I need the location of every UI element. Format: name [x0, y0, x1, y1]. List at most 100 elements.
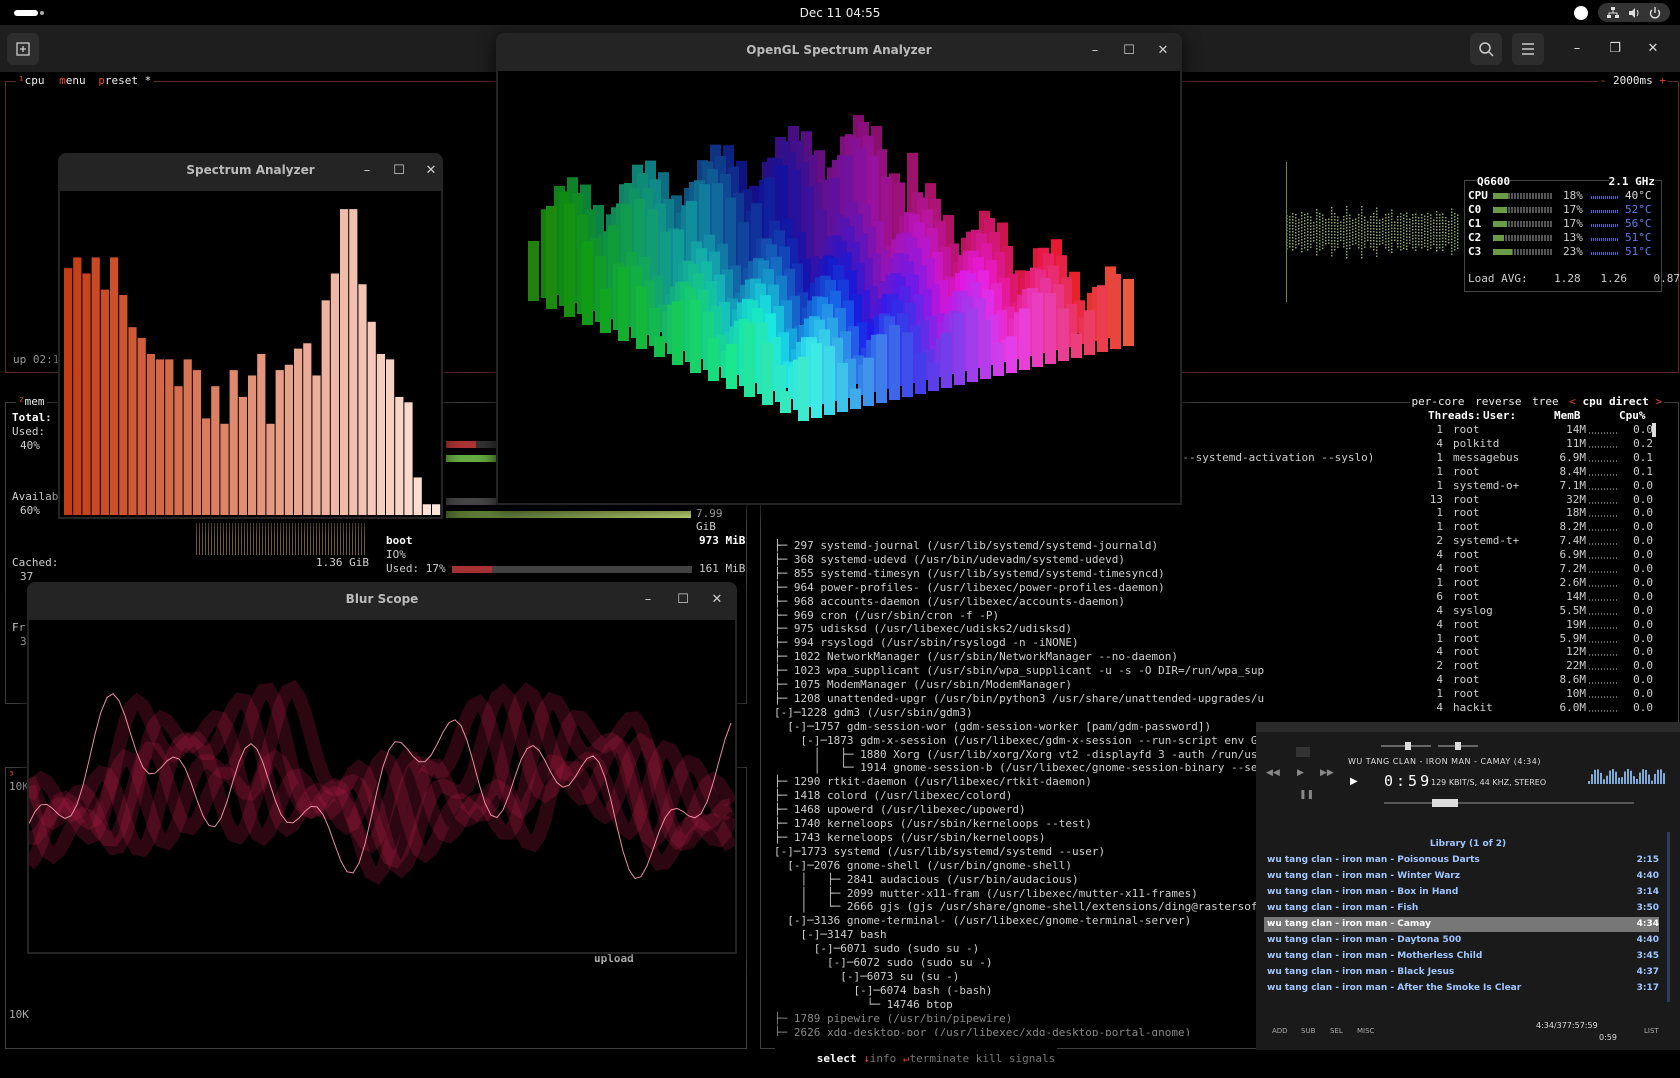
- process-row[interactable]: ├─ 1468 upowerd (/usr/libexec/upowerd): [774, 803, 1026, 817]
- sub-button[interactable]: SUB: [1301, 1027, 1315, 1035]
- footer-kill[interactable]: kill: [976, 1052, 1003, 1065]
- activities-button[interactable]: [14, 10, 38, 16]
- process-stats-row[interactable]: 1 systemd-o+ 7.1M 0.0: [1401, 479, 1671, 493]
- process-row[interactable]: ├─ 964 power-profiles- (/usr/libexec/pow…: [774, 581, 1165, 595]
- list-button[interactable]: LIST: [1644, 1027, 1659, 1035]
- maximize-button[interactable]: ☐: [673, 590, 693, 610]
- process-row[interactable]: ├─ 1022 NetworkManager (/usr/sbin/Networ…: [774, 650, 1178, 664]
- process-stats-row[interactable]: 2 root 22M 0.0: [1401, 659, 1671, 673]
- process-row[interactable]: │ ├─ 1880 Xorg (/usr/lib/xorg/Xorg vt2 -…: [774, 748, 1264, 762]
- sel-button[interactable]: SEL: [1330, 1027, 1343, 1035]
- process-row[interactable]: ├─ 968 accounts-daemon (/usr/libexec/acc…: [774, 595, 1125, 609]
- footer-select[interactable]: select: [817, 1052, 857, 1065]
- process-stats-row[interactable]: 4 polkitd 11M 0.2: [1401, 437, 1671, 451]
- process-row[interactable]: ├─ 2626 xdg-desktop-por (/usr/libexec/xd…: [774, 1026, 1191, 1037]
- misc-button[interactable]: MISC: [1357, 1027, 1374, 1035]
- process-row[interactable]: ├─ 975 udisksd (/usr/libexec/udisks2/udi…: [774, 622, 1072, 636]
- playlist-item[interactable]: wu tang clan - iron man - Black Jesus 4:3…: [1264, 965, 1659, 980]
- process-stats-row[interactable]: 4 root 12M 0.0: [1401, 645, 1671, 659]
- sort-column[interactable]: cpu direct: [1583, 395, 1649, 408]
- process-row[interactable]: [-]─1228 gdm3 (/usr/sbin/gdm3): [774, 706, 973, 720]
- pause-button[interactable]: ❚❚: [1299, 790, 1314, 800]
- player-titlebar[interactable]: [1256, 722, 1680, 732]
- playlist[interactable]: wu tang clan - iron man - Poisonous Dart…: [1256, 853, 1680, 1005]
- col-user[interactable]: User:: [1483, 409, 1516, 422]
- app-indicator-icon[interactable]: [1574, 5, 1588, 20]
- process-tree[interactable]: ├─ 297 systemd-journal (/usr/lib/systemd…: [774, 539, 1264, 1036]
- option-per-core[interactable]: per-core: [1412, 395, 1465, 408]
- playlist-item[interactable]: wu tang clan - iron man - Fish 3:50: [1264, 901, 1659, 916]
- process-stats-row[interactable]: 1 root 14M 0.0: [1401, 423, 1671, 437]
- process-row[interactable]: [-]─6072 sudo (sudo su -): [774, 956, 993, 970]
- playlist-item[interactable]: wu tang clan - iron man - After the Smok…: [1264, 981, 1659, 996]
- process-row[interactable]: [-]─2076 gnome-shell (/usr/bin/gnome-she…: [774, 859, 1072, 873]
- prev-button[interactable]: ◀◀: [1266, 768, 1280, 778]
- process-row[interactable]: │ ├─ 2099 mutter-x11-fram (/usr/libexec/…: [774, 887, 1197, 901]
- process-row[interactable]: └─ 14746 btop: [774, 998, 953, 1012]
- tab-preset[interactable]: reset *: [105, 74, 151, 87]
- process-stats-row[interactable]: 4 syslog 5.5M 0.0: [1401, 604, 1671, 618]
- tab-menu[interactable]: enu: [66, 74, 86, 87]
- process-row[interactable]: ├─ 1789 pipewire (/usr/bin/pipewire): [774, 1012, 1012, 1026]
- option-reverse[interactable]: reverse: [1475, 395, 1521, 408]
- minimize-button[interactable]: –: [1567, 39, 1587, 59]
- process-row[interactable]: ├─ 368 systemd-udevd (/usr/bin/udevadm/s…: [774, 553, 1125, 567]
- audacious-player[interactable]: ◀◀ ▶ ▶▶ ❚❚ WU TANG CLAN - IRON MAN - CAM…: [1256, 722, 1680, 1050]
- balance-slider[interactable]: [1438, 742, 1478, 750]
- playlist-item[interactable]: wu tang clan - iron man - Daytona 500 4:4…: [1264, 933, 1659, 948]
- process-row[interactable]: │ └─ 1914 gnome-session-b (/usr/libexec/…: [774, 761, 1264, 775]
- process-row[interactable]: │ ├─ 2841 audacious (/usr/bin/audacious): [774, 873, 1078, 887]
- process-row[interactable]: ├─ 297 systemd-journal (/usr/lib/systemd…: [774, 539, 1158, 553]
- volume-slider[interactable]: [1381, 742, 1431, 750]
- process-row[interactable]: [-]─1757 gdm-session-wor (gdm-session-wo…: [774, 720, 1211, 734]
- process-row[interactable]: [-]─3136 gnome-terminal- (/usr/libexec/g…: [774, 914, 1191, 928]
- seek-bar[interactable]: [1384, 799, 1634, 807]
- process-row[interactable]: ├─ 1740 kerneloops (/usr/sbin/kerneloops…: [774, 817, 1092, 831]
- col-threads[interactable]: Threads:: [1428, 409, 1481, 422]
- process-stats-row[interactable]: 4 root 6.9M 0.0: [1401, 548, 1671, 562]
- elapsed-time[interactable]: 0:59: [1384, 772, 1432, 790]
- process-stats-row[interactable]: 1 root 2.6M 0.0: [1401, 576, 1671, 590]
- process-row[interactable]: │ └─ 2666 gjs (gjs /usr/share/gnome-shel…: [774, 900, 1264, 914]
- footer-terminate[interactable]: terminate: [910, 1052, 970, 1065]
- system-menu[interactable]: [1598, 3, 1670, 22]
- process-row[interactable]: ├─ 1208 unattended-upgr (/usr/bin/python…: [774, 692, 1264, 706]
- process-stats-row[interactable]: 6 root 14M 0.0: [1401, 590, 1671, 604]
- process-row[interactable]: [-]─1873 gdm-x-session (/usr/libexec/gdm…: [774, 734, 1264, 748]
- close-button[interactable]: ✕: [1153, 41, 1173, 61]
- process-row[interactable]: ├─ 855 systemd-timesyn (/usr/lib/systemd…: [774, 567, 1165, 581]
- footer-info[interactable]: info: [870, 1052, 897, 1065]
- process-row[interactable]: [-]─6073 su (su -): [774, 970, 959, 984]
- process-stats-row[interactable]: 1 root 10M 0.0: [1401, 687, 1671, 701]
- play-button[interactable]: ▶: [1297, 768, 1304, 778]
- close-button[interactable]: ✕: [421, 161, 441, 181]
- process-row[interactable]: ├─ 1023 wpa_supplicant (/usr/sbin/wpa_su…: [774, 664, 1264, 678]
- process-row[interactable]: [-]─6071 sudo (sudo su -): [774, 942, 980, 956]
- blur-scope-window[interactable]: Blur Scope – ☐ ✕: [27, 582, 737, 954]
- playlist-item[interactable]: wu tang clan - iron man - Box in Hand 3:1…: [1264, 885, 1659, 900]
- process-stats-row[interactable]: 4 root 19M 0.0: [1401, 618, 1671, 632]
- process-row[interactable]: ├─ 994 rsyslogd (/usr/sbin/rsyslogd -n -…: [774, 636, 1079, 650]
- process-row[interactable]: [-]─6074 bash (-bash): [774, 984, 992, 998]
- process-row[interactable]: ├─ 1075 ModemManager (/usr/sbin/ModemMan…: [774, 678, 1072, 692]
- playlist-scrollbar[interactable]: [1667, 832, 1670, 1002]
- process-row[interactable]: [-]─3147 bash: [774, 928, 886, 942]
- clock[interactable]: Dec 11 04:55: [800, 6, 881, 20]
- footer-signals[interactable]: signals: [1009, 1052, 1055, 1065]
- opengl-spectrum-window[interactable]: OpenGL Spectrum Analyzer – ☐ ✕: [496, 33, 1182, 505]
- process-row[interactable]: ├─ 1743 kerneloops (/usr/sbin/kerneloops…: [774, 831, 1046, 845]
- process-stats-row[interactable]: 4 root 8.6M 0.0: [1401, 673, 1671, 687]
- process-stats-row[interactable]: 1 messagebus 6.9M 0.1: [1401, 451, 1671, 465]
- search-button[interactable]: [1470, 33, 1502, 65]
- stop-button[interactable]: [1296, 747, 1310, 757]
- process-stats-row[interactable]: 13 root 32M 0.0: [1401, 493, 1671, 507]
- playlist-item[interactable]: wu tang clan - iron man - Camay 4:34: [1264, 917, 1659, 932]
- playlist-item[interactable]: wu tang clan - iron man - Poisonous Dart…: [1264, 853, 1659, 868]
- maximize-button[interactable]: ❐: [1605, 39, 1625, 59]
- process-row[interactable]: ├─ 1290 rtkit-daemon (/usr/libexec/rtkit…: [774, 775, 1092, 789]
- process-stats-row[interactable]: 1 root 8.2M 0.0: [1401, 520, 1671, 534]
- close-button[interactable]: ✕: [707, 590, 727, 610]
- minimize-button[interactable]: –: [357, 161, 377, 181]
- playlist-item[interactable]: wu tang clan - iron man - Winter Warz 4:4…: [1264, 869, 1659, 884]
- col-cpu[interactable]: Cpu%: [1619, 409, 1646, 422]
